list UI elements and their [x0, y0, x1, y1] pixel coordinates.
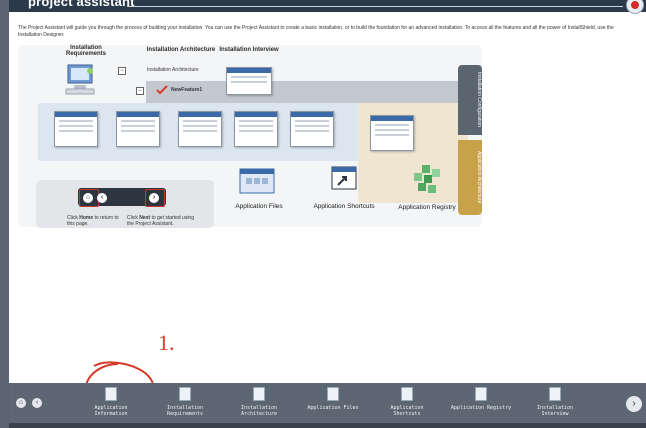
- page-title: project assistant: [28, 0, 135, 9]
- nav-item-application-files[interactable]: Application Files: [302, 387, 364, 421]
- dialog-thumbnail-6: [370, 115, 414, 151]
- registry-cubes-icon: [414, 165, 440, 193]
- dialog-thumbnail-3: [178, 111, 222, 147]
- document-icon: [105, 387, 117, 401]
- nav-item-label: Installation Architecture: [240, 405, 278, 417]
- caption-application-files: Application Files: [235, 203, 283, 210]
- home-help-text: Click Home to return to this page.: [67, 215, 123, 227]
- nav-item-label: Application Information: [94, 405, 128, 417]
- header-divider: [127, 6, 623, 7]
- architecture-icon: [253, 387, 265, 401]
- annotation-number: 1.: [158, 330, 175, 355]
- nav-item-installation-requirements[interactable]: Installation Requirements: [154, 387, 216, 421]
- shortcut-icon: [331, 166, 357, 190]
- caption-application-registry: Application Registry: [398, 204, 456, 211]
- nav-item-label: Application Files: [307, 405, 359, 411]
- application-files-icon: [239, 168, 275, 194]
- nav-item-label: Installation Requirements: [166, 405, 204, 417]
- nav-item-installation-interview[interactable]: Installation Interview: [524, 387, 586, 421]
- nav-item-installation-architecture[interactable]: Installation Architecture: [228, 387, 290, 421]
- dialog-thumbnail-5: [290, 111, 334, 147]
- installshield-logo-icon: [626, 0, 644, 14]
- nav-item-label: Application Registry: [450, 405, 512, 411]
- next-arrow-icon[interactable]: ›: [626, 396, 642, 412]
- caption-application-shortcuts: Application Shortcuts: [313, 203, 375, 210]
- shortcut-icon: [401, 387, 413, 401]
- back-arrow-icon[interactable]: ‹: [97, 193, 107, 203]
- nav-item-label: Application Shortcuts: [390, 405, 424, 417]
- bottom-strip: [9, 423, 646, 428]
- nav-item-label: Installation Interview: [536, 405, 574, 417]
- dialog-thumbnail-4: [234, 111, 278, 147]
- dialog-thumbnail-1: [54, 111, 98, 147]
- interview-icon: [549, 387, 561, 401]
- bottom-home-icon[interactable]: ⌂: [16, 398, 26, 408]
- header-bar: project assistant: [9, 0, 646, 14]
- tree-child-label: NewFeature1: [171, 87, 203, 93]
- home-icon[interactable]: ⌂: [83, 193, 93, 203]
- label-installation-requirements: Installation Requirements: [66, 45, 107, 57]
- computer-icon: [65, 64, 95, 95]
- tree-root-label: Installation Architecture: [147, 67, 199, 73]
- interview-window-icon: [226, 67, 272, 95]
- registry-cubes-icon: [475, 387, 487, 401]
- tab-installation-configuration[interactable]: Installation Configuration: [458, 65, 482, 135]
- feature-check-icon: [156, 85, 168, 95]
- left-edge-bar: [0, 0, 9, 428]
- tree-expand-box[interactable]: −: [118, 67, 126, 75]
- nav-item-application-shortcuts[interactable]: Application Shortcuts: [376, 387, 438, 421]
- bottom-back-icon[interactable]: ‹: [32, 398, 42, 408]
- nav-item-application-information[interactable]: Application Information: [80, 387, 142, 421]
- next-help-text: Click Next to get started using the Proj…: [127, 215, 199, 227]
- dialog-thumbnail-2: [116, 111, 160, 147]
- next-arrow-icon[interactable]: ›: [149, 193, 159, 203]
- tree-child-box[interactable]: −: [136, 87, 144, 95]
- file-icon: [327, 387, 339, 401]
- nav-item-application-registry[interactable]: Application Registry: [450, 387, 512, 421]
- label-installation-interview: Installation Interview: [219, 47, 279, 53]
- computer-icon: [179, 387, 191, 401]
- intro-text: The Project Assistant will guide you thr…: [18, 25, 614, 38]
